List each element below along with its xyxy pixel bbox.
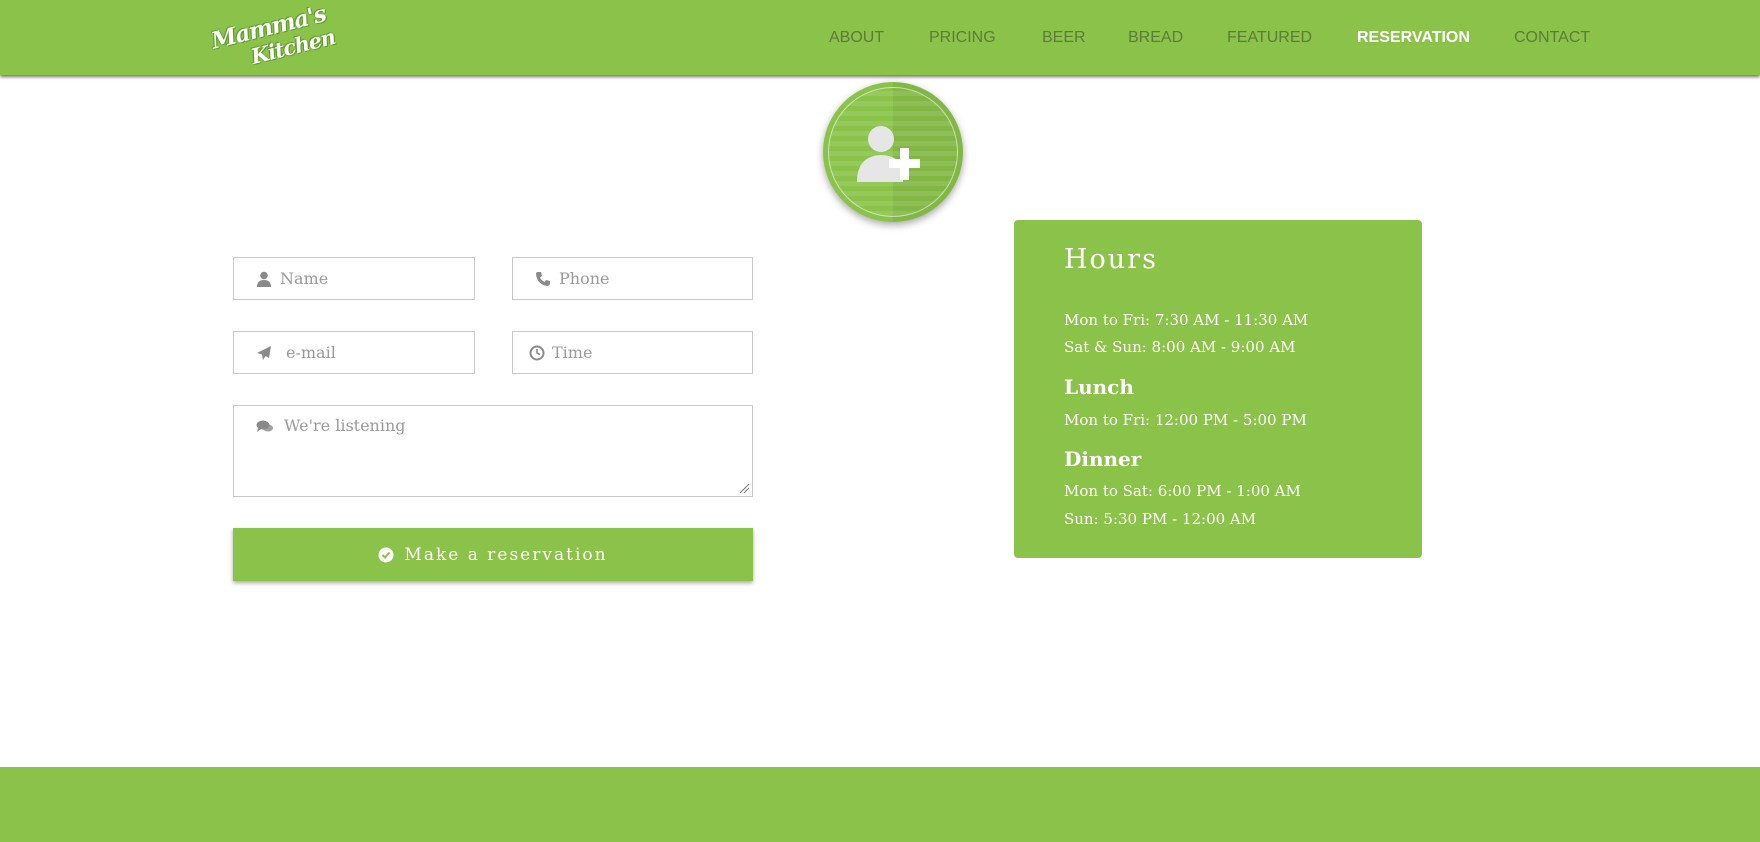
dinner-sunday: Sun: 5:30 PM - 12:00 AM [1064, 510, 1257, 528]
breakfast-weekday: Mon to Fri: 7:30 AM - 11:30 AM [1064, 311, 1309, 329]
nav-bread[interactable]: BREAD [1128, 29, 1183, 47]
nav-pricing[interactable]: PRICING [929, 29, 996, 47]
phone-input[interactable] [559, 258, 739, 299]
time-input[interactable] [552, 332, 732, 373]
phone-icon [536, 272, 550, 286]
hours-title: Hours [1064, 244, 1158, 275]
paper-plane-icon [257, 346, 271, 360]
comments-icon [256, 420, 273, 432]
resize-handle-icon[interactable] [739, 483, 750, 494]
message-field[interactable] [233, 405, 753, 497]
user-icon [257, 271, 271, 287]
add-user-icon [857, 126, 920, 182]
check-circle-icon [378, 547, 394, 562]
reservation-badge [823, 82, 963, 222]
breakfast-weekend: Sat & Sun: 8:00 AM - 9:00 AM [1064, 338, 1296, 356]
nav-featured[interactable]: FEATURED [1227, 29, 1312, 47]
nav-beer[interactable]: BEER [1042, 29, 1086, 47]
lunch-weekday: Mon to Fri: 12:00 PM - 5:00 PM [1064, 411, 1307, 429]
phone-field[interactable] [512, 257, 753, 300]
main-nav: ABOUT PRICING BEER BREAD FEATURED RESERV… [0, 0, 1760, 75]
name-field[interactable] [233, 257, 475, 300]
dinner-title: Dinner [1064, 447, 1142, 471]
hours-panel: Hours Mon to Fri: 7:30 AM - 11:30 AM Sat… [1014, 220, 1422, 558]
site-footer [0, 767, 1760, 842]
name-input[interactable] [280, 258, 460, 299]
clock-icon [529, 345, 545, 361]
lunch-title: Lunch [1064, 375, 1134, 399]
make-reservation-button[interactable]: Make a reservation [233, 528, 753, 581]
message-input[interactable] [284, 416, 724, 486]
nav-reservation[interactable]: RESERVATION [1357, 29, 1470, 47]
dinner-weekday: Mon to Sat: 6:00 PM - 1:00 AM [1064, 482, 1301, 500]
nav-contact[interactable]: CONTACT [1514, 29, 1590, 47]
site-header: Mamma's Kitchen ABOUT PRICING BEER BREAD… [0, 0, 1760, 75]
make-reservation-label: Make a reservation [404, 544, 608, 565]
email-input[interactable] [286, 332, 466, 373]
time-field[interactable] [512, 331, 753, 374]
nav-about[interactable]: ABOUT [829, 29, 884, 47]
email-field[interactable] [233, 331, 475, 374]
